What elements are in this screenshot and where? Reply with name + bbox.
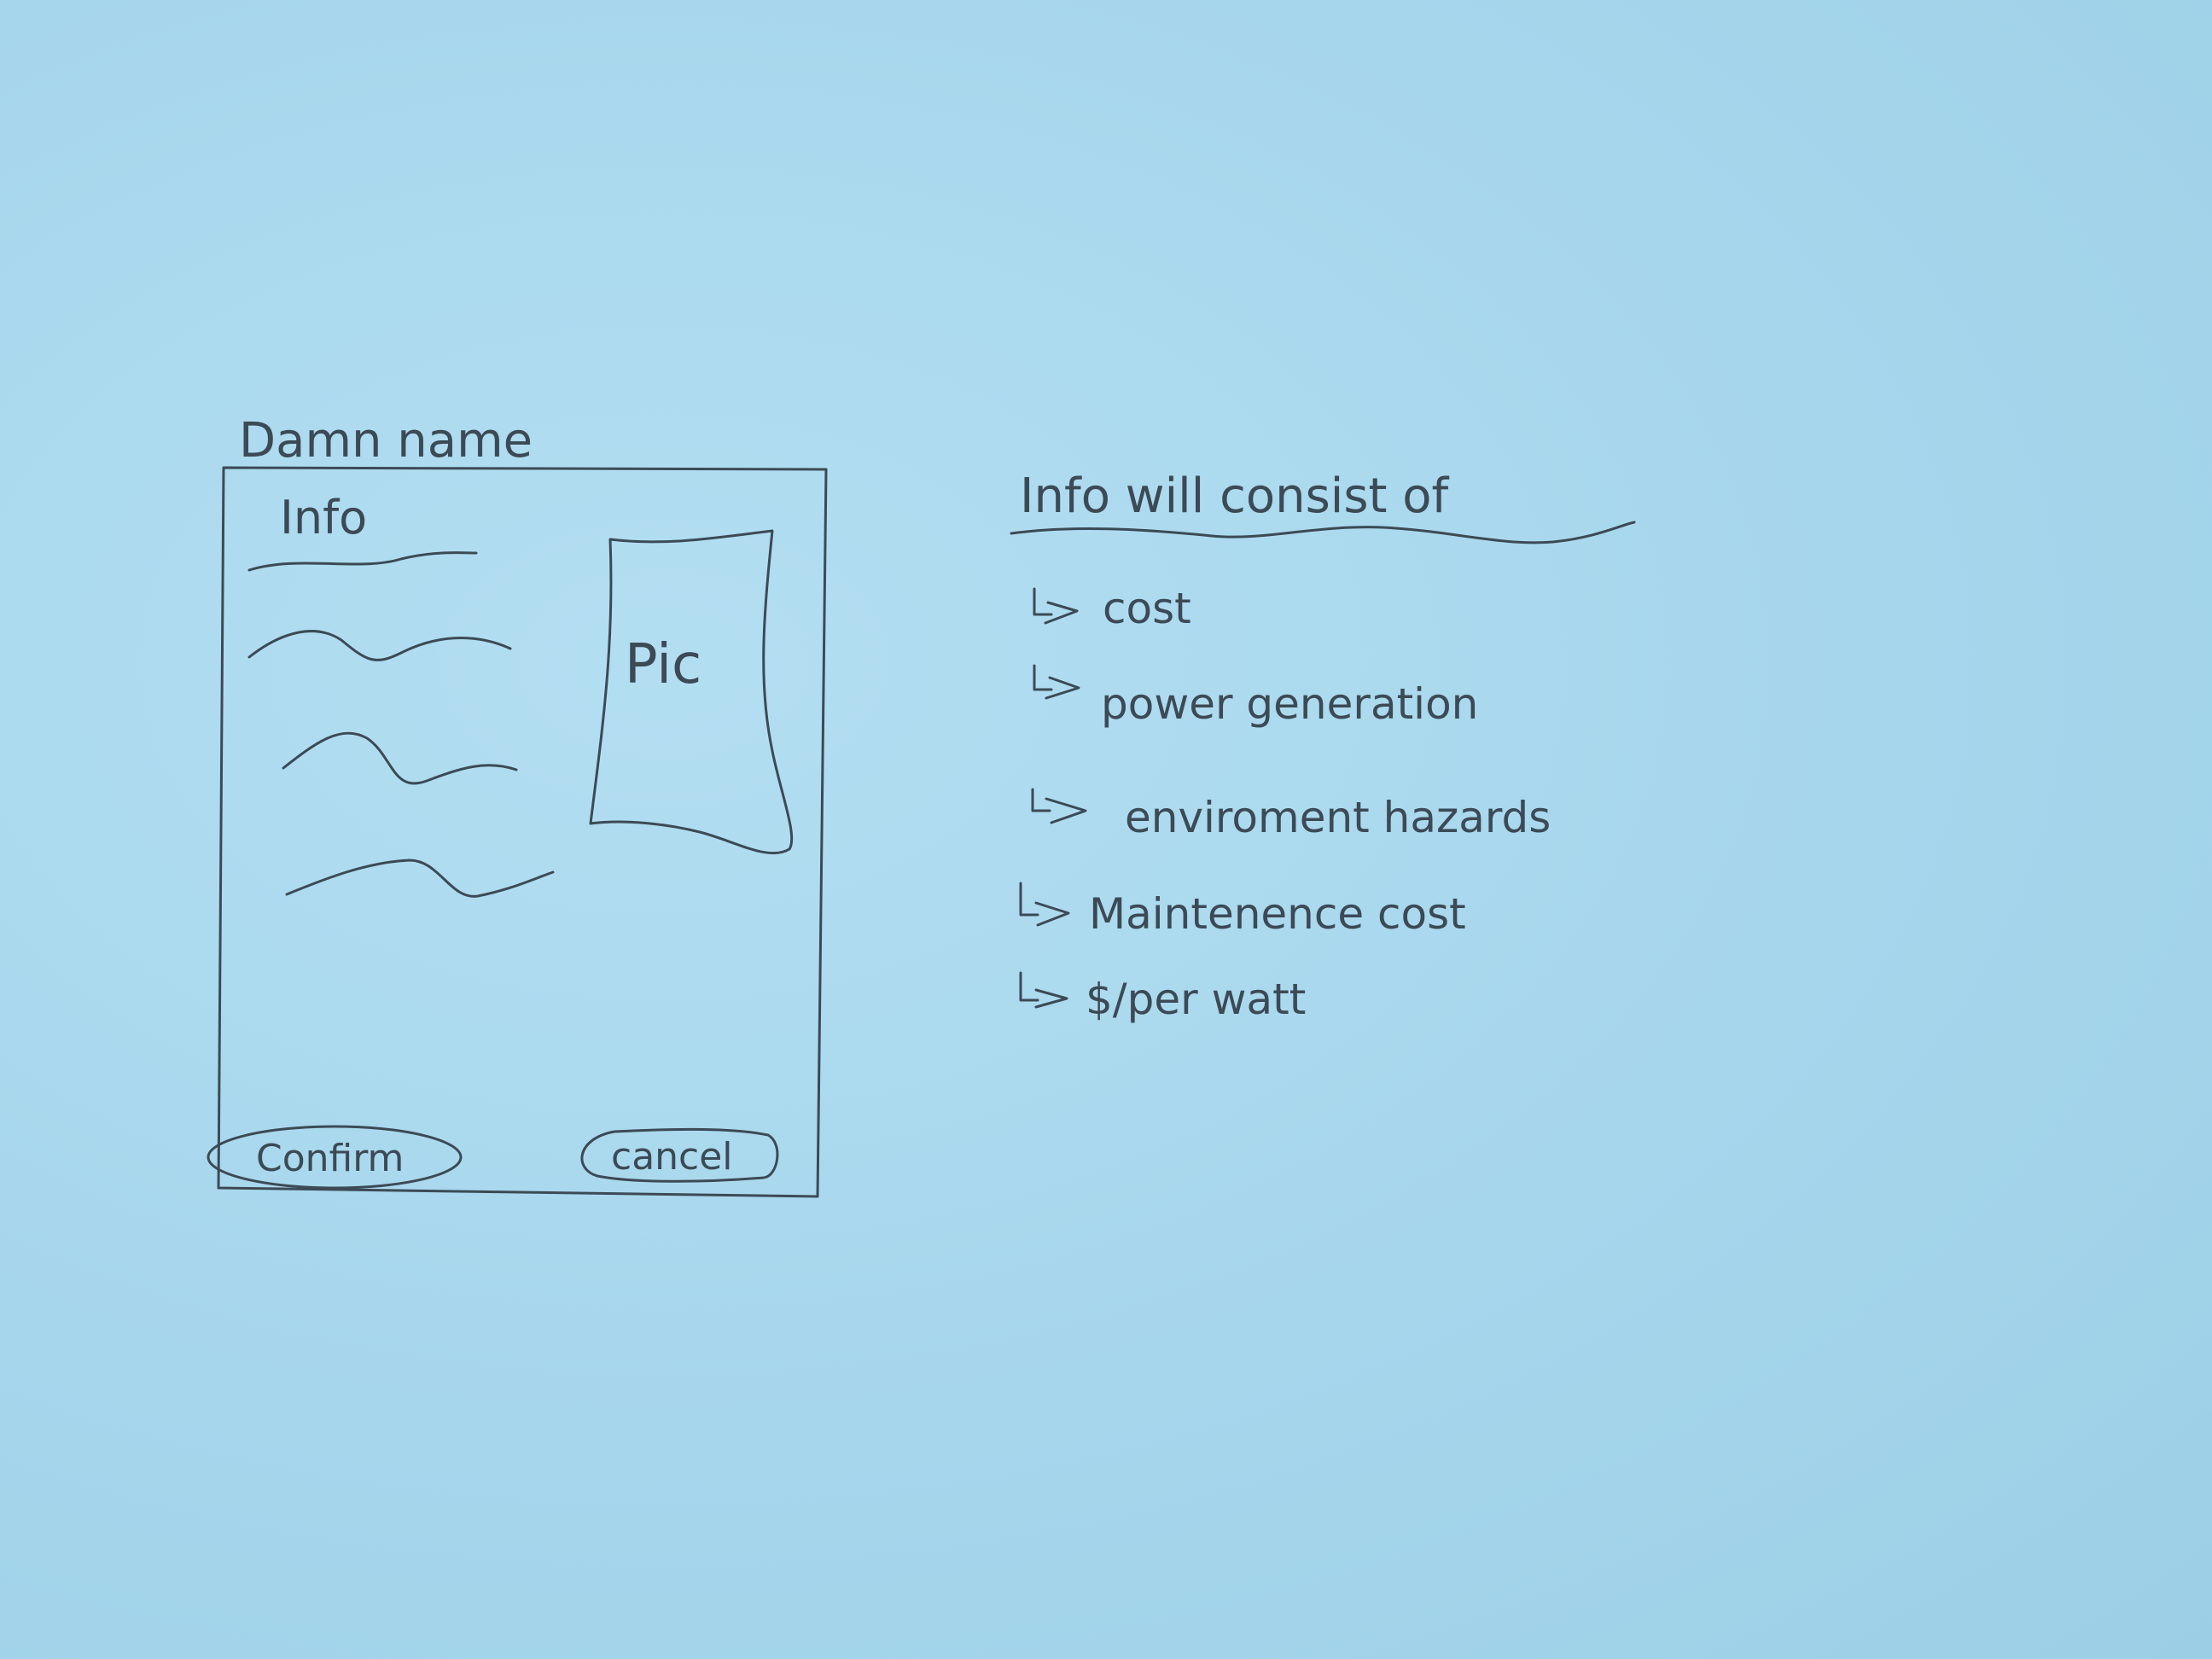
cancel-button[interactable]: cancel [580,1127,779,1183]
notes-item-maintenance-cost: Maintenence cost [1089,889,1466,939]
arrow-icon [1033,664,1080,700]
placeholder-text-line [285,859,555,898]
mockup-title: Damn name [239,413,533,469]
notes-item-dollar-per-watt: $/per watt [1086,975,1306,1024]
heading-underline [1010,521,1636,544]
notes-item-cost: cost [1103,584,1191,633]
placeholder-text-line [247,630,512,661]
pic-label: Pic [625,633,701,696]
confirm-label: Confirm [256,1137,404,1180]
notes-heading: Info will consist of [1020,469,1450,524]
arrow-icon [1019,971,1068,1009]
arrow-icon [1019,882,1070,927]
info-heading: Info [280,491,367,544]
notes-item-power-generation: power generation [1101,679,1478,729]
arrow-icon [1031,788,1087,824]
placeholder-text-line [282,731,518,785]
confirm-button[interactable]: Confirm [207,1125,463,1190]
arrow-icon [1033,587,1079,625]
placeholder-text-line [247,551,478,572]
cancel-label: cancel [611,1135,733,1179]
notes-item-environment-hazards: enviroment hazards [1125,793,1551,842]
window-frame [217,466,828,1198]
sketch-canvas: Damn name Info Pic Confirm cancel Info w… [207,413,1636,1198]
